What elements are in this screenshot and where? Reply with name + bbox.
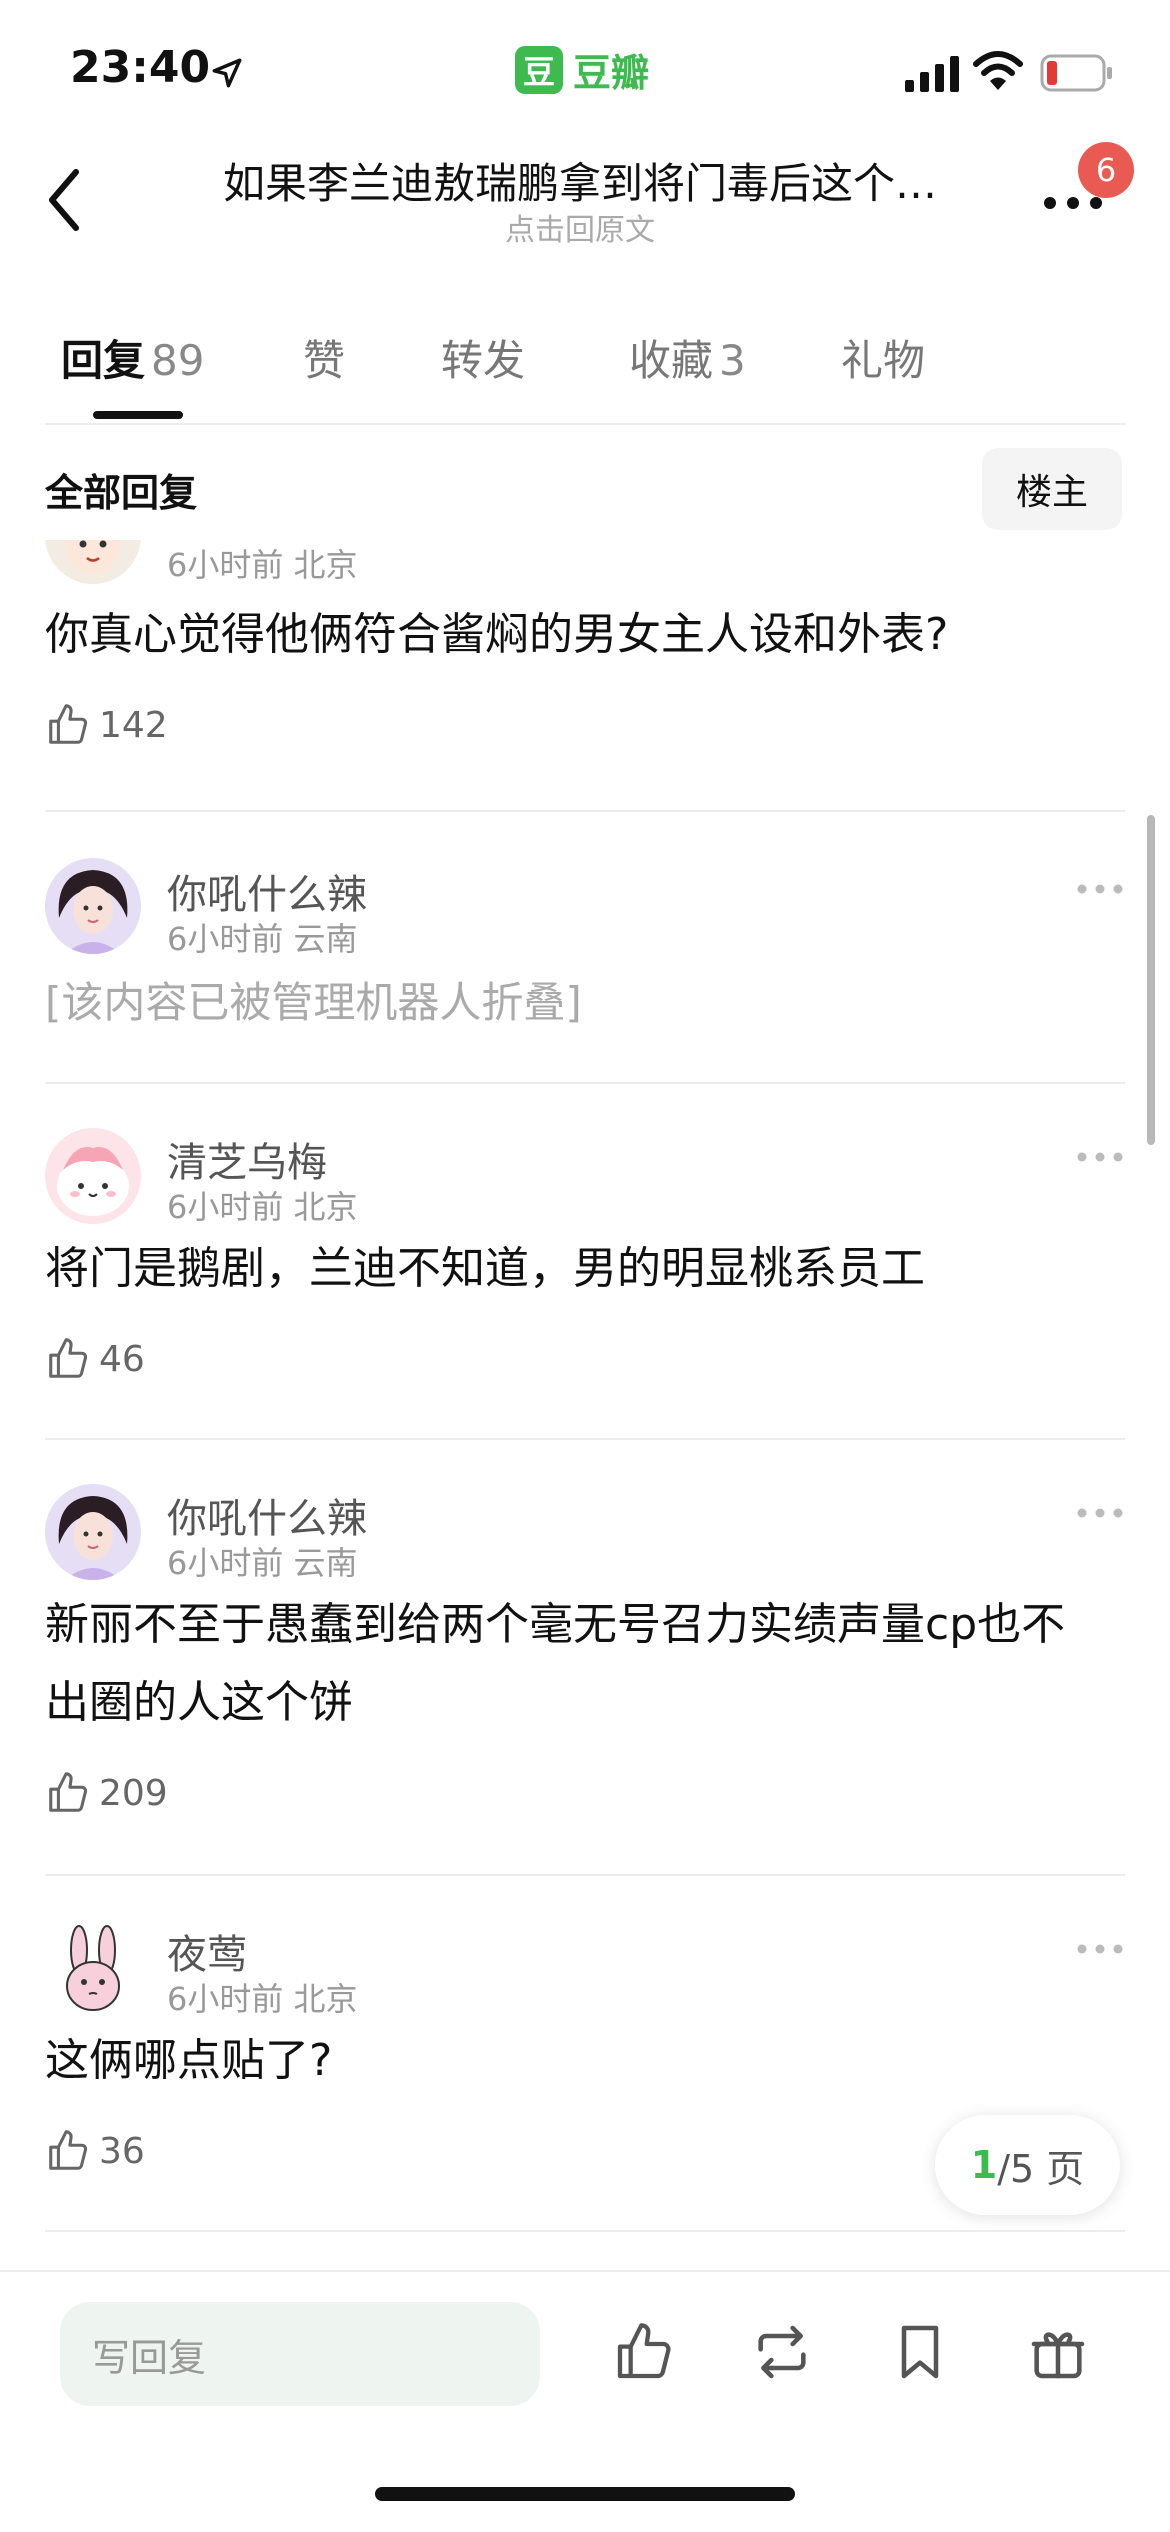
tab-likes[interactable]: 赞: [303, 327, 345, 388]
like-count: 36: [99, 2130, 145, 2172]
battery-icon: [1040, 54, 1112, 92]
tab-reposts[interactable]: 转发: [441, 327, 525, 388]
status-bar: 23:40 豆 豆瓣: [0, 0, 1170, 130]
tab-label: 赞: [303, 336, 346, 385]
total-pages: /5 页: [997, 2146, 1085, 2191]
wifi-icon: [973, 51, 1023, 90]
comment-author[interactable]: 清芝乌梅: [167, 1130, 327, 1188]
back-to-original-link[interactable]: 点击回原文: [180, 205, 980, 249]
app-badge: 豆 豆瓣: [515, 42, 649, 97]
comment-text: 将门是鹅剧，兰迪不知道，男的明显桃系员工: [45, 1243, 925, 1294]
repost-icon[interactable]: [750, 2320, 814, 2384]
comment-more-icon[interactable]: [1075, 1506, 1125, 1520]
like-button[interactable]: 142: [45, 702, 168, 748]
like-post-icon[interactable]: [612, 2320, 676, 2384]
avatar[interactable]: [45, 1484, 141, 1580]
comment-text: 新丽不至于愚蠢到给两个毫无号召力实绩声量cp也不出圈的人这个饼: [45, 1599, 1066, 1728]
avatar[interactable]: [45, 1920, 141, 2016]
folded-comment-notice[interactable]: [该内容已被管理机器人折叠]: [45, 964, 1105, 1042]
nav-bar: 如果李兰迪敖瑞鹏拿到将门毒后这个… 点击回原文 6: [0, 130, 1170, 270]
comment-text: 这俩哪点贴了?: [45, 2035, 333, 2086]
signal-icon: [905, 56, 959, 92]
tab-label: 收藏: [629, 336, 714, 385]
scrollbar[interactable]: [1147, 815, 1155, 1145]
tab-count: 3: [719, 336, 746, 385]
tab-label: 礼物: [841, 336, 926, 385]
like-button[interactable]: 46: [45, 1336, 145, 1382]
like-button[interactable]: 209: [45, 1770, 168, 1816]
home-indicator: [375, 2487, 795, 2501]
op-only-filter-button[interactable]: 楼主: [982, 448, 1122, 530]
like-count: 209: [99, 1772, 168, 1814]
avatar[interactable]: [45, 1128, 141, 1224]
comment-meta: 6小时前 北京: [167, 546, 358, 584]
avatar[interactable]: [45, 858, 141, 954]
comment-text: 你真心觉得他俩符合酱焖的男女主人设和外表?: [45, 609, 949, 660]
page-indicator-button[interactable]: 1/5 页: [935, 2115, 1120, 2215]
tab-gifts[interactable]: 礼物: [841, 327, 925, 388]
post-title[interactable]: 如果李兰迪敖瑞鹏拿到将门毒后这个…: [180, 150, 980, 211]
comment-list[interactable]: 6小时前 北京 你真心觉得他俩符合酱焖的男女主人设和外表? 142 你吼什么辣 …: [0, 540, 1170, 2270]
tab-label: 回复: [61, 336, 146, 385]
comment-more-icon[interactable]: [1075, 1150, 1125, 1164]
bookmark-icon[interactable]: [888, 2320, 952, 2384]
thumbs-up-icon: [49, 2130, 88, 2170]
comment-meta: 6小时前 云南: [167, 920, 358, 958]
thumbs-up-icon: [49, 1772, 88, 1812]
thumbs-up-icon: [49, 704, 88, 744]
tab-favorites[interactable]: 收藏 3: [629, 327, 746, 388]
thumbs-up-icon: [49, 1338, 88, 1378]
comment-item: 你吼什么辣 6小时前 云南 新丽不至于愚蠢到给两个毫无号召力实绩声量cp也不出圈…: [45, 1440, 1125, 1876]
comment-meta: 6小时前 北京: [167, 1980, 358, 2018]
comment-meta: 6小时前 北京: [167, 1188, 358, 1226]
comment-author[interactable]: 夜莺: [167, 1922, 247, 1980]
location-arrow-icon: [212, 58, 242, 88]
comment-item: 6小时前 北京 你真心觉得他俩符合酱焖的男女主人设和外表? 142: [45, 540, 1125, 812]
app-name: 豆瓣: [573, 51, 650, 95]
like-button[interactable]: 36: [45, 2128, 145, 2174]
tab-bar: 回复 89 赞 转发 收藏 3 礼物: [45, 315, 1125, 425]
comment-item: 你吼什么辣 6小时前 云南 [该内容已被管理机器人折叠]: [45, 812, 1125, 1084]
tab-replies[interactable]: 回复 89: [61, 327, 204, 388]
all-replies-heading: 全部回复: [45, 471, 198, 515]
comment-author[interactable]: 你吼什么辣: [167, 862, 367, 920]
avatar[interactable]: [45, 540, 141, 584]
tab-count: 89: [151, 336, 205, 385]
current-page: 1: [970, 2143, 998, 2187]
comment-meta: 6小时前 云南: [167, 1544, 358, 1582]
back-icon[interactable]: [40, 160, 90, 240]
active-tab-indicator: [93, 411, 183, 419]
comment-author[interactable]: 你吼什么辣: [167, 1486, 367, 1544]
notification-badge: 6: [1078, 142, 1134, 198]
like-count: 46: [99, 1338, 145, 1380]
status-time: 23:40: [70, 42, 211, 93]
comment-item: 清芝乌梅 6小时前 北京 将门是鹅剧，兰迪不知道，男的明显桃系员工 46: [45, 1084, 1125, 1440]
tab-label: 转发: [441, 336, 526, 385]
gift-icon[interactable]: [1026, 2320, 1090, 2384]
comment-more-icon[interactable]: [1075, 882, 1125, 896]
comment-more-icon[interactable]: [1075, 1942, 1125, 1956]
app-logo: 豆: [515, 45, 563, 94]
like-count: 142: [99, 704, 168, 746]
reply-input[interactable]: 写回复: [60, 2302, 540, 2406]
